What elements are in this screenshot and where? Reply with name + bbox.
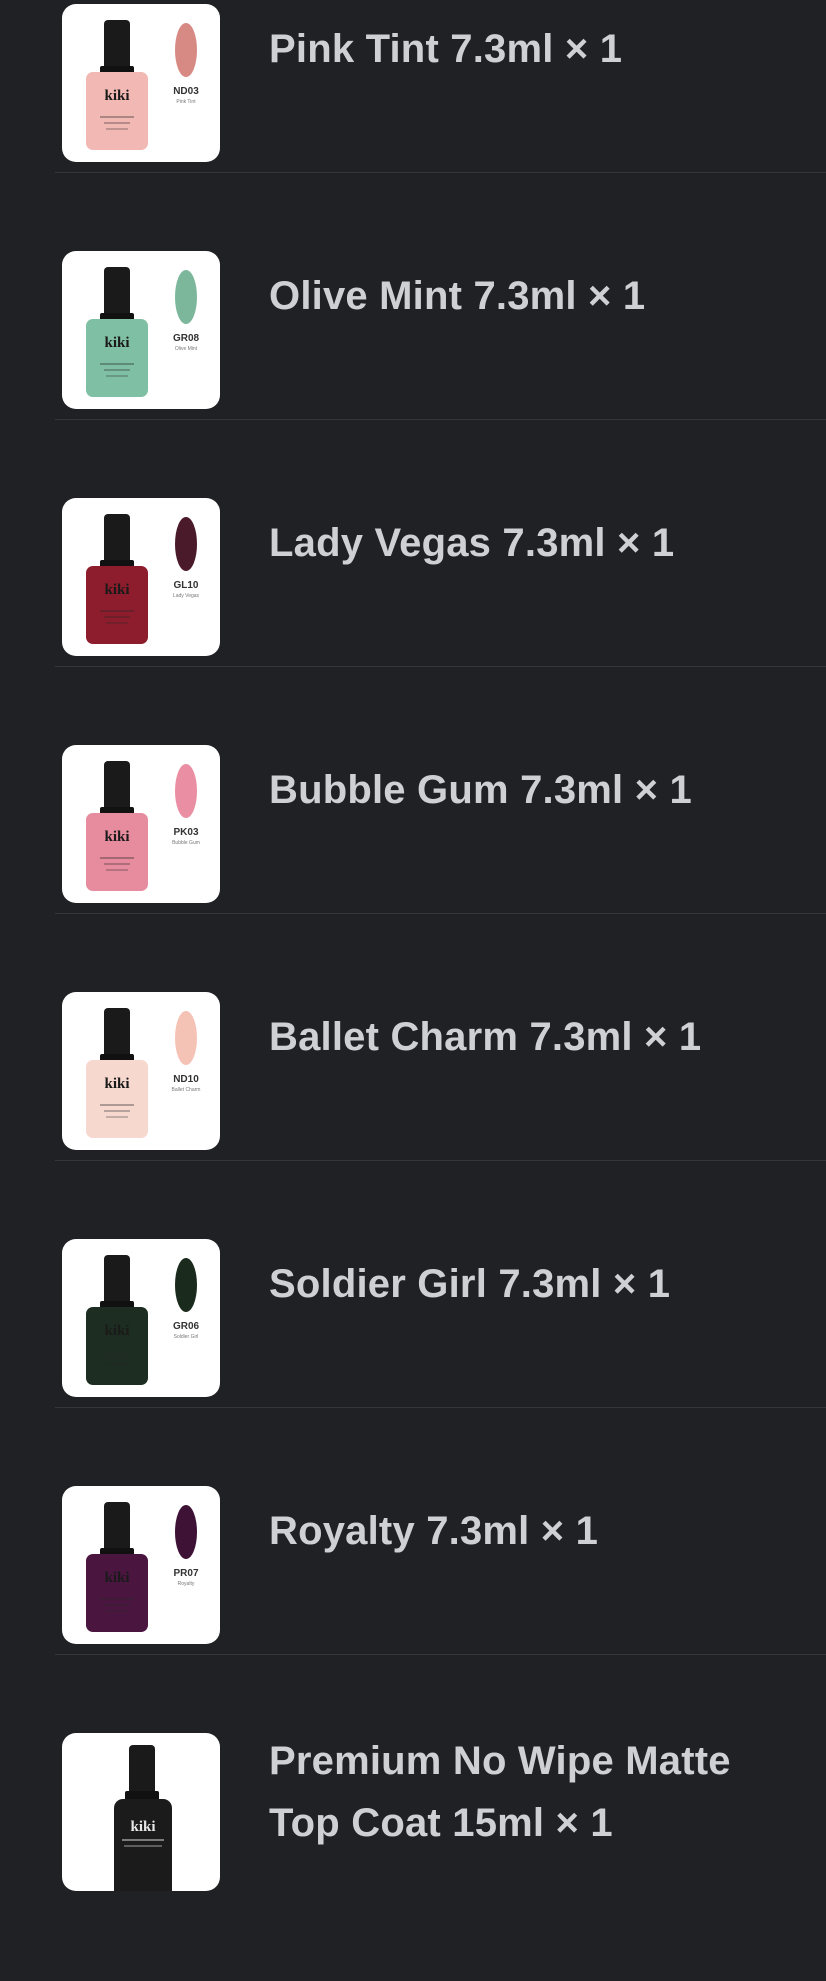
brand-logo-text: kiki (104, 335, 129, 351)
nail-polish-bottle-image: kiki PR07 Royalty (86, 1502, 199, 1632)
product-thumbnail[interactable]: kiki PK03 Bubble Gum (62, 745, 220, 903)
product-thumbnail[interactable]: kiki GR08 Olive Mint (62, 251, 220, 409)
product-thumbnail[interactable]: kiki GL10 Lady Vegas (62, 498, 220, 656)
order-item[interactable]: kiki Premium No Wipe Matte Top Coat 15ml … (55, 1733, 826, 1981)
order-item-title: Bubble Gum 7.3ml × 1 (269, 768, 693, 812)
shade-name-text: Ballet Charm (172, 1087, 201, 1093)
shade-name-text: Royalty (178, 1581, 195, 1587)
shade-code-text: GR08 (173, 333, 200, 344)
brand-logo-text: kiki (104, 88, 129, 104)
shade-name-text: Pink Tint (176, 99, 196, 105)
shade-name-text: Bubble Gum (172, 840, 200, 846)
product-thumbnail[interactable]: kiki (62, 1733, 220, 1891)
product-thumbnail[interactable]: kiki GR06 Soldier Girl (62, 1239, 220, 1397)
order-item-title: Lady Vegas 7.3ml × 1 (269, 521, 675, 565)
order-item[interactable]: kiki GL10 Lady Vegas Lady Vegas 7.3ml × 1 (55, 498, 826, 746)
order-item[interactable]: kiki GR08 Olive Mint Olive Mint 7.3ml × 1 (55, 251, 826, 499)
order-item-title: Soldier Girl 7.3ml × 1 (269, 1262, 671, 1306)
shade-code-text: GR06 (173, 1321, 200, 1332)
shade-code-text: ND10 (173, 1074, 199, 1085)
shade-code-text: ND03 (173, 86, 199, 97)
nail-polish-bottle-image: kiki ND03 Pink Tint (86, 20, 199, 150)
order-item-title: Ballet Charm 7.3ml × 1 (269, 1015, 702, 1059)
order-item[interactable]: kiki ND10 Ballet Charm Ballet Charm 7.3ml ×… (55, 992, 826, 1240)
nail-polish-bottle-image: kiki GR06 Soldier Girl (86, 1255, 200, 1385)
row-divider (55, 419, 826, 420)
row-divider (55, 1654, 826, 1655)
row-divider (55, 172, 826, 173)
row-divider (55, 1407, 826, 1408)
product-thumbnail[interactable]: kiki ND10 Ballet Charm (62, 992, 220, 1150)
row-divider (55, 1160, 826, 1161)
brand-logo-text: kiki (130, 1819, 155, 1835)
row-divider (55, 666, 826, 667)
order-item[interactable]: kiki ND03 Pink Tint Pink Tint 7.3ml × 1 (55, 4, 826, 252)
nail-polish-bottle-image: kiki (114, 1745, 172, 1891)
brand-logo-text: kiki (104, 582, 129, 598)
order-item-title: Royalty 7.3ml × 1 (269, 1509, 599, 1553)
nail-polish-bottle-image: kiki PK03 Bubble Gum (86, 761, 200, 891)
shade-name-text: Olive Mint (175, 346, 198, 352)
order-item-title: Premium No Wipe Matte Top Coat 15ml × 1 (269, 1739, 731, 1845)
shade-name-text: Lady Vegas (173, 593, 200, 599)
brand-logo-text: kiki (104, 1570, 129, 1586)
brand-logo-text: kiki (104, 829, 129, 845)
row-divider (55, 913, 826, 914)
order-item-title: Olive Mint 7.3ml × 1 (269, 274, 646, 318)
nail-polish-bottle-image: kiki GL10 Lady Vegas (86, 514, 200, 644)
product-thumbnail[interactable]: kiki PR07 Royalty (62, 1486, 220, 1644)
product-thumbnail[interactable]: kiki ND03 Pink Tint (62, 4, 220, 162)
nail-polish-bottle-image: kiki GR08 Olive Mint (86, 267, 200, 397)
nail-polish-bottle-image: kiki ND10 Ballet Charm (86, 1008, 201, 1138)
order-item[interactable]: kiki PK03 Bubble Gum Bubble Gum 7.3ml × 1 (55, 745, 826, 993)
order-item[interactable]: kiki GR06 Soldier Girl Soldier Girl 7.3ml ×… (55, 1239, 826, 1487)
shade-code-text: PK03 (173, 827, 198, 838)
brand-logo-text: kiki (104, 1323, 129, 1339)
shade-code-text: PR07 (173, 1568, 198, 1579)
order-item[interactable]: kiki PR07 Royalty Royalty 7.3ml × 1 (55, 1486, 826, 1734)
order-item-title: Pink Tint 7.3ml × 1 (269, 27, 623, 71)
shade-code-text: GL10 (173, 580, 198, 591)
brand-logo-text: kiki (104, 1076, 129, 1092)
shade-name-text: Soldier Girl (174, 1334, 199, 1340)
